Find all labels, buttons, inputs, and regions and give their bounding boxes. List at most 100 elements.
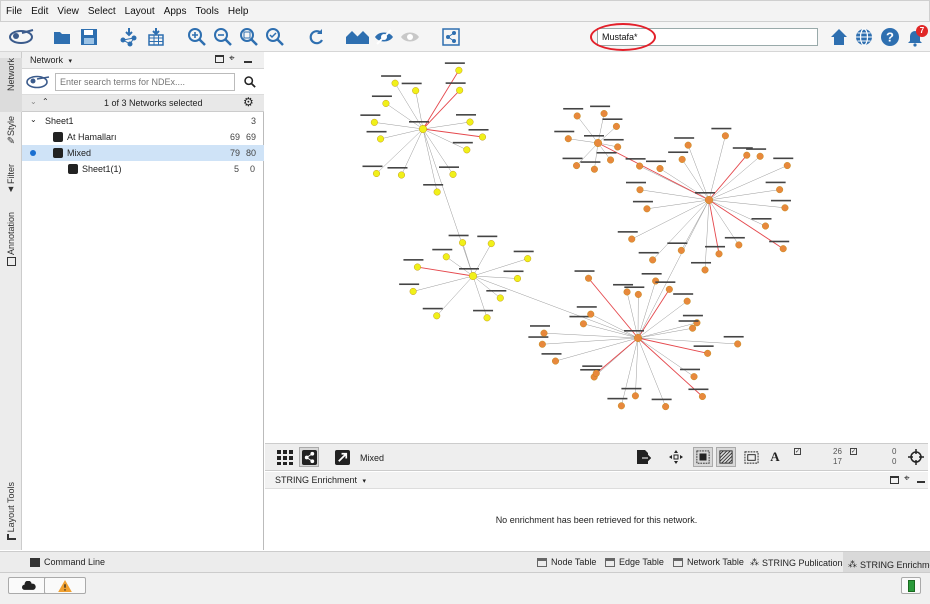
graph-node[interactable]: [479, 133, 487, 141]
graph-node[interactable]: [442, 253, 450, 261]
graph-node[interactable]: [449, 170, 457, 178]
graph-node[interactable]: [715, 250, 723, 258]
menu-edit[interactable]: Edit: [31, 6, 48, 17]
menu-tools[interactable]: Tools: [195, 6, 218, 17]
menu-help[interactable]: Help: [228, 6, 249, 17]
hide-eye-icon[interactable]: [373, 26, 395, 48]
graph-node[interactable]: [372, 169, 380, 177]
graph-node[interactable]: [677, 246, 685, 254]
graph-node[interactable]: [704, 349, 712, 357]
graph-node[interactable]: [652, 277, 660, 285]
graph-node[interactable]: [459, 239, 467, 247]
graph-node[interactable]: [636, 162, 644, 170]
graph-node[interactable]: [592, 369, 600, 377]
tab-command-line[interactable]: Command Line: [30, 557, 105, 567]
graph-node[interactable]: [743, 151, 751, 159]
graph-node[interactable]: [590, 165, 598, 173]
network-canvas[interactable]: [265, 52, 928, 444]
zoom-selected-icon[interactable]: [264, 26, 286, 48]
graph-node[interactable]: [783, 162, 791, 170]
graph-node[interactable]: [468, 271, 477, 280]
graph-node[interactable]: [370, 118, 378, 126]
graph-node[interactable]: [418, 124, 427, 133]
pin-icon[interactable]: ⌖: [229, 53, 235, 64]
graph-node[interactable]: [656, 165, 664, 173]
graph-node[interactable]: [690, 373, 698, 381]
graph-node[interactable]: [698, 393, 706, 401]
graph-node[interactable]: [573, 112, 581, 120]
move-arrows-icon[interactable]: [666, 447, 686, 467]
collection-row-sheet1[interactable]: ⌄ Sheet1 3: [22, 113, 264, 129]
network-row-sheet1-1[interactable]: Sheet1(1) 5 0: [22, 161, 264, 177]
graph-node[interactable]: [413, 263, 421, 271]
network-graph[interactable]: [265, 52, 928, 444]
enrichment-title[interactable]: STRING Enrichment: [275, 475, 357, 485]
tab-network[interactable]: Network: [0, 58, 22, 112]
zoom-fit-icon[interactable]: [238, 26, 260, 48]
tab-filter[interactable]: Filter ▼: [0, 164, 22, 194]
graph-node[interactable]: [391, 79, 399, 87]
graph-node[interactable]: [683, 297, 691, 305]
graph-node[interactable]: [735, 241, 743, 249]
graph-node[interactable]: [617, 402, 625, 410]
graph-node[interactable]: [779, 245, 787, 253]
graph-node[interactable]: [689, 324, 697, 332]
graph-node[interactable]: [463, 146, 471, 154]
open-folder-icon[interactable]: [51, 26, 73, 48]
home-icon[interactable]: [828, 26, 850, 48]
graph-node[interactable]: [607, 156, 615, 164]
tab-string-enrichment[interactable]: ⁂ STRING Enrichmen: [843, 552, 930, 572]
hatch-pattern-icon[interactable]: [716, 447, 736, 467]
text-annotation-icon[interactable]: A: [765, 447, 785, 467]
search-icon[interactable]: [244, 76, 256, 88]
show-graphics-details-icon[interactable]: [693, 447, 713, 467]
network-row-mixed[interactable]: Mixed 79 80: [22, 145, 264, 161]
float-panel-icon[interactable]: [215, 55, 224, 63]
graph-node[interactable]: [587, 310, 595, 318]
graph-node[interactable]: [540, 329, 548, 337]
refresh-icon[interactable]: [305, 26, 327, 48]
graph-node[interactable]: [636, 186, 644, 194]
graph-node[interactable]: [455, 66, 463, 74]
graph-node[interactable]: [643, 205, 651, 213]
menu-file[interactable]: File: [6, 6, 22, 17]
zoom-in-icon[interactable]: [186, 26, 208, 48]
import-network-icon[interactable]: [118, 26, 140, 48]
network-row-at-hamallari[interactable]: At Hamalları 69 69: [22, 129, 264, 145]
graph-node[interactable]: [634, 334, 643, 343]
tab-string-publications[interactable]: ⁂ STRING Publications: [750, 557, 847, 568]
graph-node[interactable]: [623, 288, 631, 296]
graph-node[interactable]: [634, 290, 642, 298]
graph-node[interactable]: [614, 143, 622, 151]
tab-layout-tools[interactable]: Layout Tools: [0, 482, 22, 541]
graph-node[interactable]: [756, 152, 764, 160]
float-panel-icon[interactable]: [890, 476, 899, 484]
graph-node[interactable]: [538, 340, 546, 348]
graph-node[interactable]: [721, 132, 729, 140]
graph-node[interactable]: [628, 235, 636, 243]
graph-node[interactable]: [665, 285, 673, 293]
menu-select[interactable]: Select: [88, 6, 116, 17]
minimize-icon[interactable]: [244, 61, 252, 63]
zoom-out-icon[interactable]: [212, 26, 234, 48]
memory-status-icon[interactable]: [901, 577, 921, 594]
graph-node[interactable]: [412, 87, 420, 95]
tab-style[interactable]: Style ✎: [0, 116, 22, 147]
graph-node[interactable]: [433, 188, 441, 196]
export-icon[interactable]: [633, 447, 653, 467]
graph-node[interactable]: [551, 357, 559, 365]
globe-icon[interactable]: [853, 26, 875, 48]
graph-node[interactable]: [456, 86, 464, 94]
graph-node[interactable]: [397, 171, 405, 179]
import-table-icon[interactable]: [145, 26, 167, 48]
graph-node[interactable]: [776, 186, 784, 194]
graph-node[interactable]: [649, 256, 657, 264]
graph-node[interactable]: [377, 135, 385, 143]
graph-node[interactable]: [600, 110, 608, 118]
graph-node[interactable]: [631, 392, 639, 400]
graph-node[interactable]: [734, 340, 742, 348]
dropdown-arrow-icon[interactable]: ▾: [69, 58, 73, 65]
graph-node[interactable]: [573, 162, 581, 170]
warning-status-button[interactable]: [44, 577, 86, 594]
tab-network-table[interactable]: Network Table: [673, 557, 744, 567]
